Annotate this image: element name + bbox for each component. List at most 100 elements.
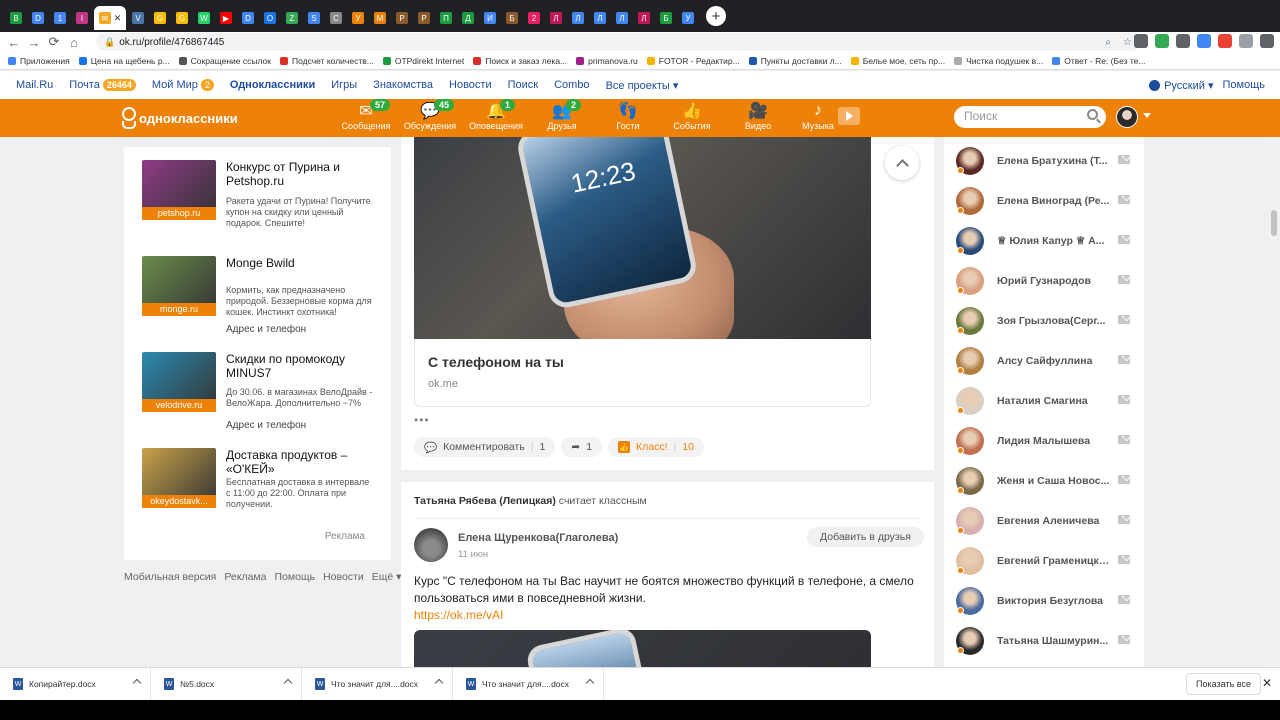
envelope-icon[interactable] bbox=[1118, 475, 1130, 484]
browser-tab[interactable]: P bbox=[392, 6, 412, 30]
ad-address-link[interactable]: Адрес и телефон bbox=[226, 420, 306, 431]
extension-icon[interactable] bbox=[1239, 34, 1253, 48]
bookmark-item[interactable]: Поиск и заказ лека... bbox=[473, 56, 567, 66]
link-card[interactable]: С телефоном на ты ok.me bbox=[414, 339, 871, 407]
add-friend-button[interactable]: Добавить в друзья bbox=[807, 527, 924, 547]
envelope-icon[interactable] bbox=[1118, 635, 1130, 644]
envelope-icon[interactable] bbox=[1118, 195, 1130, 204]
ok-nav-0[interactable]: ✉ 57 Сообщения bbox=[338, 99, 394, 131]
download-item[interactable]: W Копирайтер.docx bbox=[0, 667, 151, 701]
browser-tab[interactable]: И bbox=[480, 6, 500, 30]
friend-name[interactable]: Лидия Малышева bbox=[997, 435, 1111, 447]
friend-name[interactable]: Виктория Безуглова bbox=[997, 595, 1111, 607]
browser-tab[interactable]: Б bbox=[502, 6, 522, 30]
ad-address-link[interactable]: Адрес и телефон bbox=[226, 324, 306, 335]
download-item[interactable]: W №5.docx bbox=[151, 667, 302, 701]
friend-name[interactable]: ♕ Юлия Капур ♕ А... bbox=[997, 235, 1111, 247]
browser-tab[interactable]: П bbox=[436, 6, 456, 30]
bookmark-item[interactable]: OTPdirekt Internet bbox=[382, 56, 464, 66]
friend-row[interactable]: Елена Братухина (Т... bbox=[956, 147, 1136, 177]
bookmark-item[interactable]: FOTOR - Редактир... bbox=[646, 56, 740, 66]
ad-thumbnail[interactable]: petshop.ru bbox=[142, 160, 216, 220]
page-scrollbar[interactable] bbox=[1268, 137, 1280, 667]
portal-nav-item[interactable]: Знакомства bbox=[373, 79, 433, 91]
footer-link[interactable]: Новости bbox=[323, 571, 364, 583]
browser-tab[interactable]: ▶ bbox=[216, 6, 236, 30]
close-icon[interactable]: ✕ bbox=[1262, 676, 1272, 690]
friend-name[interactable]: Зоя Грызлова(Серг... bbox=[997, 315, 1111, 327]
footer-link[interactable]: Помощь bbox=[275, 571, 316, 583]
ad-thumbnail[interactable]: monge.ru bbox=[142, 256, 216, 316]
footer-link[interactable]: Ещё ▾ bbox=[372, 571, 402, 583]
portal-nav-item[interactable]: Новости bbox=[449, 79, 492, 91]
browser-tab[interactable]: Д bbox=[458, 6, 478, 30]
envelope-icon[interactable] bbox=[1118, 595, 1130, 604]
ad-thumbnail[interactable]: velodrive.ru bbox=[142, 352, 216, 412]
footer-link[interactable]: Реклама bbox=[224, 571, 266, 583]
home-icon[interactable]: ⌂ bbox=[64, 35, 84, 50]
ok-nav-2[interactable]: 🔔 1 Оповещения bbox=[468, 99, 524, 131]
scrollbar-thumb[interactable] bbox=[1271, 210, 1277, 236]
bookmark-item[interactable]: Подсчет количеств... bbox=[279, 56, 374, 66]
friend-row[interactable]: Зоя Грызлова(Серг... bbox=[956, 307, 1136, 337]
friend-row[interactable]: Евгения Аленичева bbox=[956, 507, 1136, 537]
download-item[interactable]: W Что значит для....docx bbox=[453, 667, 604, 701]
friend-row[interactable]: Татьяна Шашмурин... bbox=[956, 627, 1136, 657]
ok-logo[interactable]: одноклассники bbox=[120, 107, 238, 129]
envelope-icon[interactable] bbox=[1118, 275, 1130, 284]
bookmark-item[interactable]: Приложения bbox=[8, 56, 70, 66]
friend-row[interactable]: Евгений Граменицкий bbox=[956, 547, 1136, 577]
browser-tab[interactable]: W bbox=[194, 6, 214, 30]
friend-row[interactable]: Юрий Гузнародов bbox=[956, 267, 1136, 297]
browser-tab[interactable]: B bbox=[6, 6, 26, 30]
ok-nav-3[interactable]: 👥 2 Друзья bbox=[534, 99, 590, 131]
envelope-icon[interactable] bbox=[1118, 555, 1130, 564]
portal-nav-item[interactable]: Combo bbox=[554, 79, 589, 91]
chevron-up-icon[interactable] bbox=[585, 678, 595, 687]
extension-icon[interactable] bbox=[1155, 34, 1169, 48]
portal-nav-item[interactable]: Все проекты ▾ bbox=[606, 79, 679, 92]
friend-name[interactable]: Елена Виноград (Ре... bbox=[997, 195, 1111, 207]
post-image[interactable] bbox=[414, 630, 871, 667]
browser-tab[interactable]: C bbox=[326, 6, 346, 30]
ad-item[interactable]: petshop.ru Конкурс от Пурина и Petshop.ru… bbox=[142, 160, 382, 245]
close-icon[interactable]: ✕ bbox=[114, 13, 122, 24]
envelope-icon[interactable] bbox=[1118, 355, 1130, 364]
friend-row[interactable]: Лидия Малышева bbox=[956, 427, 1136, 457]
browser-tab[interactable]: У bbox=[348, 6, 368, 30]
ad-item[interactable]: monge.ru Monge Bwild Кормить, как предназн… bbox=[142, 256, 382, 341]
ok-nav-1[interactable]: 💬 45 Обсуждения bbox=[402, 99, 458, 131]
browser-tab[interactable]: Л bbox=[612, 6, 632, 30]
author-name[interactable]: Елена Щуренкова(Глаголева) bbox=[458, 532, 618, 544]
ad-title[interactable]: Доставка продуктов – «О'КЕЙ» bbox=[226, 448, 376, 476]
envelope-icon[interactable] bbox=[1118, 155, 1130, 164]
help-link[interactable]: Помощь bbox=[1223, 79, 1266, 91]
envelope-icon[interactable] bbox=[1118, 435, 1130, 444]
browser-tab[interactable]: P bbox=[414, 6, 434, 30]
friend-row[interactable]: Елена Виноград (Ре... bbox=[956, 187, 1136, 217]
browser-tab[interactable]: D bbox=[238, 6, 258, 30]
browser-tab[interactable]: G bbox=[150, 6, 170, 30]
bookmark-star-icon[interactable]: ☆ bbox=[1123, 37, 1132, 48]
chevron-down-icon[interactable] bbox=[1143, 113, 1151, 118]
user-avatar[interactable] bbox=[1116, 106, 1138, 128]
chevron-up-icon[interactable] bbox=[132, 678, 142, 687]
browser-tab[interactable]: M bbox=[370, 6, 390, 30]
language-selector[interactable]: Русский ▾ bbox=[1149, 79, 1214, 92]
browser-tab[interactable]: G bbox=[172, 6, 192, 30]
download-item[interactable]: W Что значит для....docx bbox=[302, 667, 453, 701]
extension-icon[interactable] bbox=[1197, 34, 1211, 48]
portal-nav-item[interactable]: Игры bbox=[331, 79, 357, 91]
browser-tab[interactable]: V bbox=[128, 6, 148, 30]
zoom-icon[interactable]: ⌕ bbox=[1105, 37, 1111, 48]
share-button[interactable]: ➦ 1 bbox=[561, 437, 603, 457]
friend-name[interactable]: Юрий Гузнародов bbox=[997, 275, 1111, 287]
portal-nav-item[interactable]: Почта 26464 bbox=[69, 79, 136, 91]
friend-name[interactable]: Евгения Аленичева bbox=[997, 515, 1111, 527]
envelope-icon[interactable] bbox=[1118, 315, 1130, 324]
post-link[interactable]: https://ok.me/vAI bbox=[414, 608, 503, 622]
extension-icon[interactable] bbox=[1134, 34, 1148, 48]
friend-row[interactable]: ♕ Юлия Капур ♕ А... bbox=[956, 227, 1136, 257]
avatar[interactable] bbox=[414, 528, 448, 562]
extension-icon[interactable] bbox=[1176, 34, 1190, 48]
